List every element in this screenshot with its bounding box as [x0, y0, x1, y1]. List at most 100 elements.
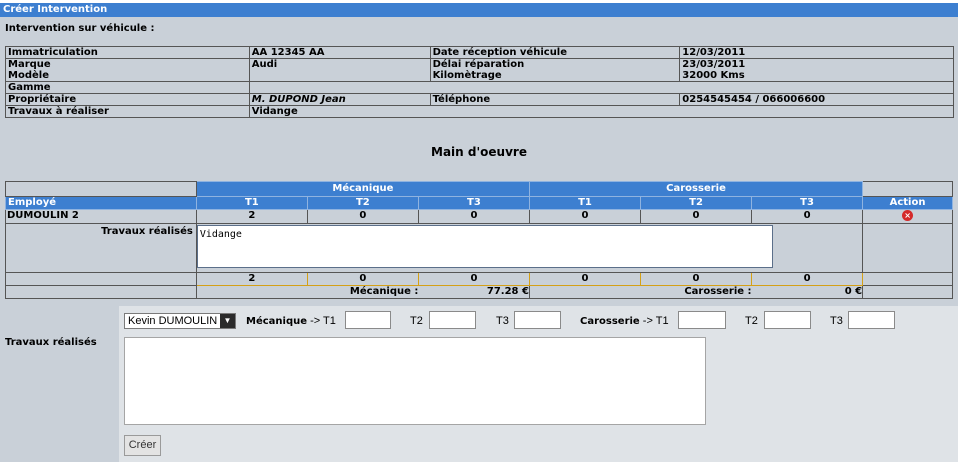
window-title: Créer Intervention	[0, 3, 958, 17]
proprio-value: M. DUPOND Jean	[248, 93, 431, 106]
create-form: Travaux réalisés Kevin DUMOULIN ▼ Mécani…	[0, 306, 958, 462]
mecanique-header: Mécanique	[195, 181, 530, 197]
total-value: 0	[639, 271, 753, 286]
col-header: T1	[195, 196, 308, 210]
travaux-realises-label: Travaux réalisés	[5, 337, 97, 348]
create-button[interactable]: Créer	[124, 435, 161, 456]
empty-header-cell	[5, 181, 197, 197]
mecanique-label: Mécanique	[246, 316, 308, 327]
date-value: 12/03/2011	[679, 46, 954, 59]
group-header-row: Mécanique Carosserie	[5, 181, 953, 197]
arrow-t1-label: -> T1	[310, 315, 336, 327]
empty-cell	[862, 271, 953, 286]
travaux-label: Travaux à réaliser	[5, 105, 250, 118]
cost-row: Mécanique : 77.28 € Carosserie : 0 €	[5, 284, 953, 299]
carosserie-t1-label: Carosserie -> T1	[580, 315, 669, 327]
vehicle-info-table: Immatriculation AA 12345 AA Date récepti…	[5, 46, 955, 118]
immat-label: Immatriculation	[5, 46, 250, 59]
table-row: Gamme	[5, 81, 955, 94]
labor-value: 2	[195, 209, 308, 224]
table-row: Marque Modèle Audi Délai réparation Kilo…	[5, 58, 954, 82]
form-label-column: Travaux réalisés	[0, 306, 119, 462]
km-value: 32000 Kms	[682, 70, 745, 81]
marque-value: Audi	[248, 58, 431, 82]
travaux-textarea[interactable]: Vidange	[196, 224, 773, 268]
col-header: T3	[417, 196, 530, 210]
gamme-value	[248, 81, 955, 94]
action-cell: ×	[862, 209, 953, 224]
date-label: Date réception véhicule	[429, 46, 681, 59]
empty-cell	[528, 284, 641, 299]
mecanique-t1-input[interactable]	[345, 311, 391, 329]
table-row: DUMOULIN 2 2 0 0 0 0 0 ×	[5, 209, 953, 224]
mecanique-total-label: Mécanique :	[195, 284, 419, 299]
total-value: 2	[195, 271, 308, 286]
mecanique-t2-input[interactable]	[429, 311, 476, 329]
empty-cell	[862, 284, 953, 299]
km-label: Kilomètrage	[432, 70, 502, 81]
carosserie-header: Carosserie	[528, 181, 864, 197]
delete-icon[interactable]: ×	[902, 210, 914, 221]
labor-value: 0	[751, 209, 864, 224]
modele-label: Modèle	[8, 70, 49, 81]
delai-km-values: 23/03/2011 32000 Kms	[679, 58, 954, 82]
tel-value: 0254545454 / 066006600	[679, 93, 954, 106]
employee-select-value: Kevin DUMOULIN	[128, 315, 218, 327]
mecanique-t1-label: Mécanique -> T1	[246, 315, 336, 327]
total-value: 0	[417, 271, 530, 286]
total-value: 0	[528, 271, 642, 286]
table-row: Propriétaire M. DUPOND Jean Téléphone 02…	[5, 93, 954, 106]
travaux-realises-label: Travaux réalisés	[5, 222, 197, 273]
travaux-value: Vidange	[248, 105, 955, 118]
col-header: T2	[639, 196, 753, 210]
arrow-t1-label: -> T1	[642, 315, 669, 327]
table-row: Immatriculation AA 12345 AA Date récepti…	[5, 46, 954, 59]
immat-value: AA 12345 AA	[248, 46, 431, 59]
mecanique-total-value: 77.28 €	[418, 284, 530, 299]
intervention-panel: Intervention sur véhicule : Immatriculat…	[0, 17, 958, 306]
col-header: T3	[751, 196, 864, 210]
delai-label: Délai réparation	[432, 59, 525, 70]
marque-modele-labels: Marque Modèle	[5, 58, 250, 82]
col-header: T2	[306, 196, 419, 210]
carosserie-label: Carosserie	[580, 316, 640, 327]
mecanique-t3-input[interactable]	[514, 311, 561, 329]
col-header: T1	[528, 196, 642, 210]
carosserie-total-label: Carosserie :	[640, 284, 752, 299]
carosserie-t1-input[interactable]	[678, 311, 726, 329]
employee-select[interactable]: Kevin DUMOULIN ▼	[124, 313, 236, 329]
mecanique-t3-label: T3	[496, 315, 509, 327]
delai-km-labels: Délai réparation Kilomètrage	[429, 58, 681, 82]
empty-cell	[5, 284, 197, 299]
labor-value: 0	[306, 209, 419, 224]
employe-header: Employé	[5, 196, 197, 210]
travaux-textarea-cell: Vidange	[195, 222, 863, 273]
totals-row: 2 0 0 0 0 0	[5, 271, 953, 286]
carosserie-t3-label: T3	[830, 315, 843, 327]
labor-value: 0	[417, 209, 530, 224]
section-subtitle: Intervention sur véhicule :	[5, 23, 155, 34]
travaux-realises-textarea[interactable]	[124, 337, 706, 425]
action-header: Action	[862, 196, 953, 210]
empty-cell	[5, 271, 197, 286]
proprio-label: Propriétaire	[5, 93, 250, 106]
labor-value: 0	[528, 209, 642, 224]
table-row: Travaux à réaliser Vidange	[5, 105, 955, 118]
mecanique-t2-label: T2	[410, 315, 423, 327]
travaux-row: Travaux réalisés Vidange	[5, 222, 953, 273]
column-header-row: Employé T1 T2 T3 T1 T2 T3 Action	[5, 196, 953, 210]
chevron-down-icon[interactable]: ▼	[220, 314, 235, 328]
empty-header-cell	[862, 181, 953, 197]
main-oeuvre-title: Main d'oeuvre	[431, 145, 527, 159]
carosserie-t2-input[interactable]	[764, 311, 811, 329]
total-value: 0	[306, 271, 419, 286]
employee-name: DUMOULIN 2	[5, 209, 197, 224]
tel-label: Téléphone	[429, 93, 681, 106]
labor-value: 0	[639, 209, 753, 224]
carosserie-t2-label: T2	[745, 315, 758, 327]
carosserie-t3-input[interactable]	[848, 311, 895, 329]
empty-cell	[862, 222, 953, 273]
gamme-label: Gamme	[5, 81, 250, 94]
total-value: 0	[751, 271, 864, 286]
labor-table: Mécanique Carosserie Employé T1 T2 T3 T1…	[5, 181, 953, 299]
